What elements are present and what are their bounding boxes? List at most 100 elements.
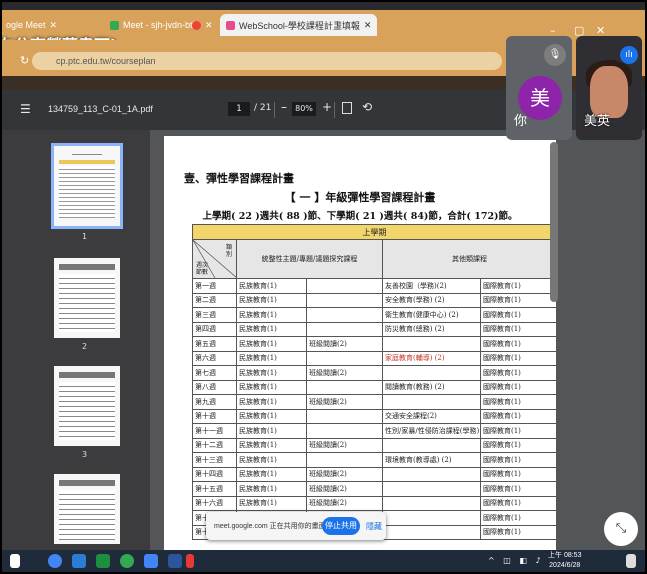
divider xyxy=(274,102,275,118)
reading-cell: 班級閱讀(2) xyxy=(306,394,383,410)
url-text: cp.ptc.edu.tw/courseplan xyxy=(56,56,156,66)
zoom-level-input[interactable]: 80% xyxy=(292,102,316,116)
other-cell: 衛生教育(健康中心) (2) xyxy=(382,307,481,323)
week-cell: 第三週 xyxy=(192,307,237,323)
table-row: 第八週 民族教育(1) 閱讀教育(教務) (2) 國際教育(1) xyxy=(192,379,556,395)
menu-icon[interactable]: ☰ xyxy=(20,102,31,116)
hide-button[interactable]: 隱藏 xyxy=(366,521,382,532)
integrated-cell: 民族教育(1) xyxy=(236,307,307,323)
table-row: 第十六週 民族教育(1) 班級閱讀(2) 國際教育(1) xyxy=(192,495,556,511)
participant-tile[interactable]: ılı 美英 xyxy=(576,36,642,140)
tab-meet-2[interactable]: Meet - sjh-jvdn-btb xyxy=(110,14,198,36)
self-tile[interactable]: 美 🎙 你 xyxy=(506,36,572,140)
reading-cell xyxy=(306,350,383,366)
table-row: 第二週 民族教育(1) 安全教育(學務) (2) 國際教育(1) xyxy=(192,292,556,308)
table-row: 第十週 民族教育(1) 交通安全課程(2) 國際教育(1) xyxy=(192,408,556,424)
edge-icon[interactable] xyxy=(72,554,86,568)
meet-icon[interactable] xyxy=(120,554,134,568)
thumbnail-page-1[interactable] xyxy=(51,143,123,229)
table-row: 第一週 民族教育(1) 友善校園（學務)(2) 國際教育(1) xyxy=(192,278,556,294)
meet-icon xyxy=(110,20,119,30)
intl-cell: 國際教育(1) xyxy=(479,510,556,526)
notification-icon[interactable] xyxy=(626,554,636,568)
app-icon[interactable] xyxy=(144,554,158,568)
plus-icon: + xyxy=(330,17,338,33)
intl-cell: 國際教育(1) xyxy=(479,350,556,366)
record-icon xyxy=(192,20,201,30)
url-field[interactable]: cp.ptc.edu.tw/courseplan xyxy=(32,52,502,70)
integrated-cell: 民族教育(1) xyxy=(236,321,307,337)
files-icon[interactable] xyxy=(96,554,110,568)
reload-icon[interactable]: ↻ xyxy=(20,54,29,67)
recording-icon[interactable] xyxy=(186,554,194,568)
intl-cell: 國際教育(1) xyxy=(479,321,556,337)
reading-cell xyxy=(306,423,383,439)
table-row: 第十二週 民族教育(1) 班級閱讀(2) 國際教育(1) xyxy=(192,437,556,453)
intl-cell: 國際教育(1) xyxy=(479,379,556,395)
week-cell: 第八週 xyxy=(192,379,237,395)
fit-page-icon[interactable] xyxy=(342,102,352,114)
integrated-cell: 民族教育(1) xyxy=(236,452,307,468)
stop-sharing-button[interactable]: 停止共用 xyxy=(322,517,360,535)
thumbnail-page-3[interactable] xyxy=(54,366,120,446)
table-row: 第五週 民族教育(1) 班級閱讀(2) 國際教育(1) xyxy=(192,336,556,352)
week-cell: 第十五週 xyxy=(192,481,237,497)
clock-date: 2024/6/28 xyxy=(549,562,581,569)
intl-cell: 國際教育(1) xyxy=(479,278,556,294)
corner-bottom-label: 週次 節數 xyxy=(195,262,208,276)
integrated-cell: 民族教育(1) xyxy=(236,379,307,395)
intl-cell: 國際教育(1) xyxy=(479,481,556,497)
other-cell xyxy=(382,394,481,410)
rotate-icon[interactable]: ⟲ xyxy=(362,100,372,114)
screen: ogle Meet ✕ Meet - sjh-jvdn-btb ✕ WebSch… xyxy=(0,0,647,574)
week-cell: 第二週 xyxy=(192,292,237,308)
zoom-out-button[interactable]: – xyxy=(281,100,287,114)
integrated-cell: 民族教育(1) xyxy=(236,278,307,294)
taskbar-clock[interactable]: 上午 08:53 2024/6/28 xyxy=(548,551,581,571)
start-icon[interactable] xyxy=(10,554,20,568)
reading-cell xyxy=(306,292,383,308)
exit-fullscreen-button[interactable]: ⤡ xyxy=(604,512,638,546)
thumbnail-page-2[interactable] xyxy=(54,258,120,338)
week-cell: 第六週 xyxy=(192,350,237,366)
mic-off-icon[interactable]: 🎙 xyxy=(544,44,566,66)
intl-cell: 國際教育(1) xyxy=(479,495,556,511)
zoom-in-button[interactable]: + xyxy=(322,100,332,114)
intl-cell: 國際教育(1) xyxy=(479,365,556,381)
page-scrollbar[interactable] xyxy=(550,142,558,302)
intl-cell: 國際教育(1) xyxy=(479,524,556,540)
page-number-input[interactable]: 1 xyxy=(228,102,250,116)
thumbnail-page-4[interactable] xyxy=(54,474,120,544)
reading-cell: 班級閱讀(2) xyxy=(306,466,383,482)
new-tab-button[interactable]: + xyxy=(330,14,338,36)
chrome-icon[interactable] xyxy=(48,554,62,568)
thumbnail-number: 2 xyxy=(82,342,88,351)
other-cell: 安全教育(學務) (2) xyxy=(382,292,481,308)
other-cell xyxy=(382,510,481,526)
system-tray-icons[interactable]: ^ ◫ ◧ ♪ xyxy=(488,556,544,565)
week-cell: 第十六週 xyxy=(192,495,237,511)
integrated-cell: 民族教育(1) xyxy=(236,292,307,308)
other-cell: 防災教育(總務) (2) xyxy=(382,321,481,337)
other-cell: 性別/家暴/性侵防治課程(學務) (2) xyxy=(382,423,481,439)
other-cell xyxy=(382,524,481,540)
tab-record[interactable]: ✕ xyxy=(192,14,213,36)
other-cell: 友善校園（學務)(2) xyxy=(382,278,481,294)
word-icon[interactable] xyxy=(168,554,182,568)
integrated-cell: 民族教育(1) xyxy=(236,495,307,511)
table-row: 第十四週 民族教育(1) 班級閱讀(2) 國際教育(1) xyxy=(192,466,556,482)
intl-cell: 國際教育(1) xyxy=(479,437,556,453)
tab-webschool[interactable]: WebSchool-學校課程計畫填報 ✕ xyxy=(220,14,378,36)
reading-cell xyxy=(306,452,383,468)
integrated-cell: 民族教育(1) xyxy=(236,423,307,439)
week-cell: 第五週 xyxy=(192,336,237,352)
close-icon[interactable]: ✕ xyxy=(364,20,372,31)
intl-cell: 國際教育(1) xyxy=(479,394,556,410)
integrated-cell: 民族教育(1) xyxy=(236,350,307,366)
close-icon[interactable]: ✕ xyxy=(50,20,58,31)
reading-cell xyxy=(306,307,383,323)
week-cell: 第一週 xyxy=(192,278,237,294)
close-icon[interactable]: ✕ xyxy=(205,20,213,31)
other-cell xyxy=(382,495,481,511)
table-body: 第一週 民族教育(1) 友善校園（學務)(2) 國際教育(1) 第二週 民族教育(1) 安全… xyxy=(192,278,556,540)
